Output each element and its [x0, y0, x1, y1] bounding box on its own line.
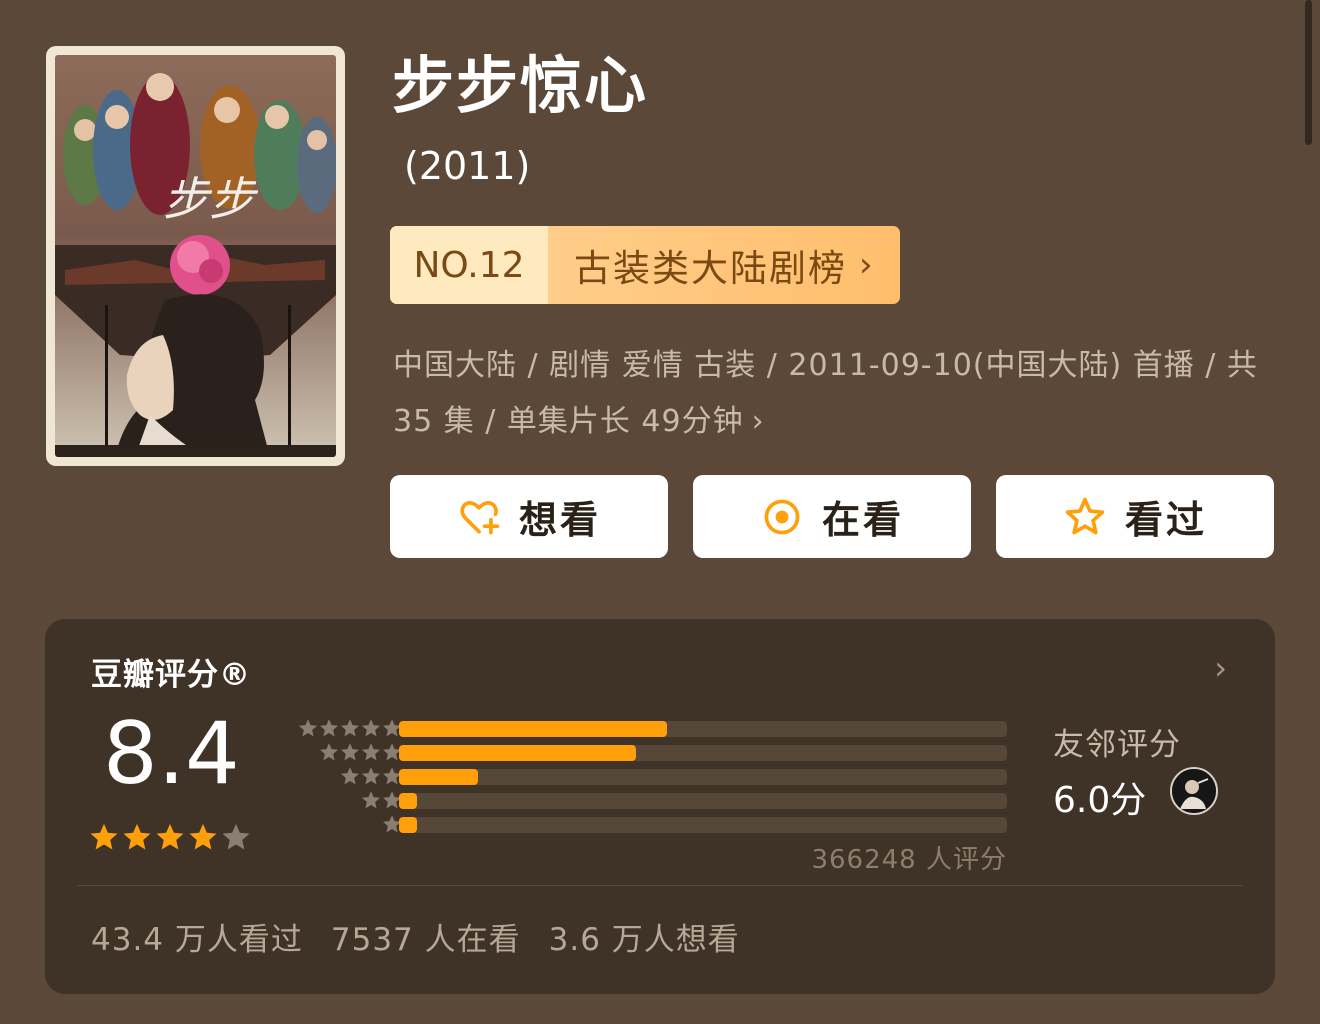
distribution-stars	[319, 742, 402, 762]
rating-distribution	[277, 717, 1077, 837]
star-icon	[362, 719, 380, 737]
star-icon	[362, 767, 380, 785]
star-icon	[341, 719, 359, 737]
star-filled-icon	[156, 823, 184, 850]
chevron-right-icon: ›	[751, 404, 765, 439]
friend-avatar[interactable]	[1170, 767, 1218, 815]
distribution-stars	[340, 766, 402, 786]
watching-button[interactable]: 在看	[693, 475, 971, 558]
distribution-stars	[298, 718, 402, 738]
watched-count[interactable]: 43.4 万人看过	[91, 914, 303, 959]
star-filled-icon	[189, 823, 217, 850]
page-scrollbar[interactable]	[1305, 0, 1312, 145]
star-icon	[362, 743, 380, 761]
distribution-row-2-star	[277, 789, 1077, 813]
distribution-track	[399, 793, 1007, 809]
watch-stats: 43.4 万人看过 7537 人在看 3.6 万人想看	[91, 914, 740, 959]
star-icon	[341, 743, 359, 761]
rank-list-link: 古装类大陆剧榜 ›	[548, 226, 900, 304]
avatar-icon	[1172, 769, 1216, 813]
vote-count: 366248 人评分	[811, 845, 1007, 875]
rating-score: 8.4	[103, 704, 240, 804]
action-buttons: 想看 在看 看过	[390, 475, 1274, 558]
distribution-track	[399, 745, 1007, 761]
drama-year: (2011)	[404, 144, 531, 188]
star-filled-icon	[90, 823, 118, 850]
friends-rating-label: 友邻评分	[1053, 727, 1181, 763]
star-icon	[341, 767, 359, 785]
want-to-watch-button[interactable]: 想看	[390, 475, 668, 558]
distribution-bar	[399, 769, 479, 785]
star-icon	[320, 743, 338, 761]
star-filled-icon	[123, 823, 151, 850]
target-icon	[764, 499, 800, 534]
drama-title: 步步惊心	[392, 49, 649, 122]
chevron-right-icon: ›	[859, 245, 875, 285]
star-icon	[299, 719, 317, 737]
poster-artwork: 步步	[55, 55, 336, 457]
rank-list-label: 古装类大陆剧榜	[574, 247, 847, 290]
divider	[77, 885, 1243, 886]
distribution-row-4-star	[277, 741, 1077, 765]
watching-label: 在看	[821, 498, 904, 542]
star-empty-icon	[222, 823, 250, 850]
distribution-bar	[399, 721, 667, 737]
distribution-bar	[399, 817, 418, 833]
friends-rating-score: 6.0分	[1053, 780, 1147, 821]
watching-count[interactable]: 7537 人在看	[331, 914, 521, 959]
chevron-right-icon[interactable]: ›	[1214, 649, 1227, 687]
watched-button[interactable]: 看过	[996, 475, 1274, 558]
rating-card[interactable]: 豆瓣评分® › 8.4 366248 人评分 友邻评分 6.0分 43.4 万人…	[45, 619, 1275, 994]
drama-info-text: 中国大陆 / 剧情 爱情 古装 / 2011-09-10(中国大陆) 首播 / …	[393, 348, 1258, 439]
wish-count[interactable]: 3.6 万人想看	[549, 914, 740, 959]
distribution-row-1-star	[277, 813, 1077, 837]
rank-number: NO.12	[390, 226, 548, 304]
distribution-bar	[399, 793, 418, 809]
distribution-track	[399, 817, 1007, 833]
svg-text:步步: 步步	[163, 172, 259, 226]
distribution-track	[399, 721, 1007, 737]
drama-info[interactable]: 中国大陆 / 剧情 爱情 古装 / 2011-09-10(中国大陆) 首播 / …	[393, 338, 1273, 450]
watched-label: 看过	[1124, 498, 1207, 542]
ranking-badge[interactable]: NO.12 古装类大陆剧榜 ›	[390, 226, 900, 304]
heart-plus-icon	[460, 500, 500, 534]
star-icon	[362, 791, 380, 809]
star-outline-icon	[1065, 497, 1105, 534]
star-icon	[320, 719, 338, 737]
poster-image[interactable]: 步步	[46, 46, 345, 466]
distribution-row-5-star	[277, 717, 1077, 741]
rating-heading: 豆瓣评分®	[91, 657, 251, 693]
want-to-watch-label: 想看	[518, 498, 601, 542]
distribution-bar	[399, 745, 637, 761]
distribution-row-3-star	[277, 765, 1077, 789]
score-stars	[89, 822, 251, 852]
distribution-track	[399, 769, 1007, 785]
distribution-stars	[361, 790, 402, 810]
